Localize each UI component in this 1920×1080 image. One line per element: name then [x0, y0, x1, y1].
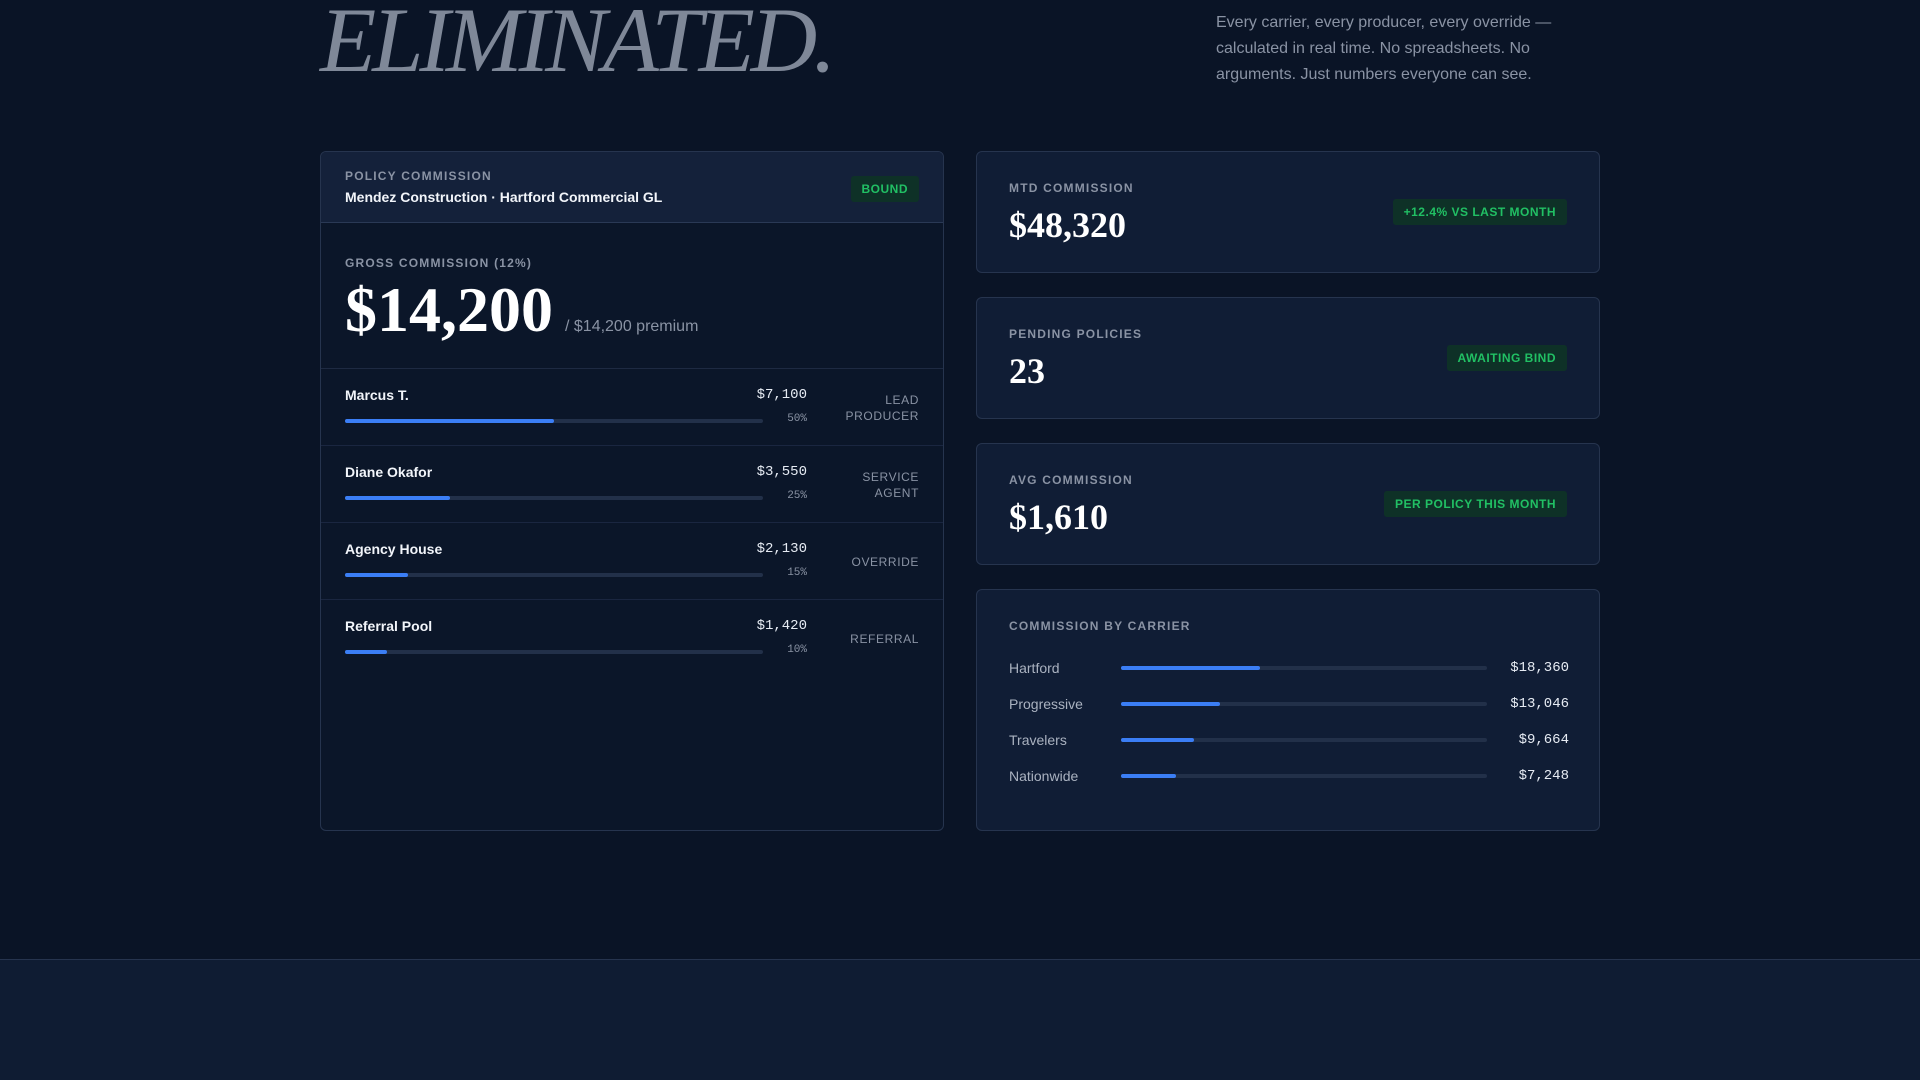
carrier-amount: $13,046 — [1510, 696, 1569, 712]
gross-value: $14,200 — [345, 274, 553, 345]
carrier-row[interactable]: Travelers $9,664 — [1009, 730, 1569, 750]
split-row[interactable]: Referral Pool $1,420 10% REFERRAL — [321, 600, 943, 677]
split-percent: 50% — [787, 413, 807, 425]
split-percent: 10% — [787, 644, 807, 656]
split-progress-fill — [345, 650, 387, 654]
carrier-name: Hartford — [1009, 660, 1060, 676]
policy-eyebrow: POLICY COMMISSION — [345, 169, 492, 183]
split-name: Referral Pool — [345, 618, 433, 634]
split-percent: 15% — [787, 567, 807, 579]
carrier-row[interactable]: Nationwide $7,248 — [1009, 766, 1569, 786]
split-amount: $1,420 — [756, 618, 807, 634]
gross-commission: GROSS COMMISSION (12%) $14,200 / $14,200… — [321, 223, 943, 369]
carrier-bar-track — [1121, 666, 1487, 670]
carrier-amount: $7,248 — [1518, 768, 1569, 784]
status-badge: BOUND — [850, 176, 919, 202]
split-progress-track — [345, 419, 763, 423]
carrier-bar-fill — [1121, 738, 1195, 742]
stat-label: PENDING POLICIES — [1009, 327, 1143, 341]
stat-label: AVG COMMISSION — [1009, 473, 1133, 487]
carrier-bar-fill — [1121, 666, 1261, 670]
carrier-row[interactable]: Hartford $18,360 — [1009, 658, 1569, 678]
split-progress-track — [345, 496, 763, 500]
carrier-bar-fill — [1121, 774, 1176, 778]
carrier-name: Travelers — [1009, 732, 1067, 748]
split-role: SERVICE AGENT — [862, 469, 919, 500]
split-role: OVERRIDE — [851, 554, 919, 569]
carrier-title: COMMISSION BY CARRIER — [1009, 619, 1191, 633]
stat-label: MTD COMMISSION — [1009, 181, 1134, 195]
split-role: LEAD PRODUCER — [845, 392, 919, 423]
stat-value: $48,320 — [1009, 205, 1126, 245]
split-progress-fill — [345, 573, 408, 577]
hero-description: Every carrier, every producer, every ove… — [1216, 14, 1552, 83]
split-percent: 25% — [787, 490, 807, 502]
split-amount: $3,550 — [756, 464, 807, 480]
policy-header: POLICY COMMISSION Mendez Construction · … — [321, 152, 943, 223]
commission-by-carrier-card: COMMISSION BY CARRIER Hartford $18,360 P… — [976, 589, 1600, 831]
carrier-name: Progressive — [1009, 696, 1083, 712]
policy-subtitle: Mendez Construction · Hartford Commercia… — [345, 189, 663, 205]
premium-amount: / $14,200 premium — [565, 318, 699, 335]
split-progress-track — [345, 573, 763, 577]
gross-label: GROSS COMMISSION (12%) — [345, 256, 533, 270]
split-row[interactable]: Agency House $2,130 15% OVERRIDE — [321, 523, 943, 600]
hero-title: ELIMINATED. — [320, 0, 836, 91]
split-name: Agency House — [345, 541, 443, 557]
split-progress-fill — [345, 496, 450, 500]
split-row[interactable]: Diane Okafor $3,550 25% SERVICE AGENT — [321, 446, 943, 523]
split-progress-track — [345, 650, 763, 654]
footer — [0, 959, 1920, 1080]
trend-badge: +12.4% VS LAST MONTH — [1392, 199, 1567, 225]
page: ELIMINATED. Every carrier, every produce… — [0, 0, 1920, 1080]
carrier-amount: $18,360 — [1510, 660, 1569, 676]
split-amount: $2,130 — [756, 541, 807, 557]
carrier-bar-track — [1121, 702, 1487, 706]
carrier-name: Nationwide — [1009, 768, 1079, 784]
carrier-row[interactable]: Progressive $13,046 — [1009, 694, 1569, 714]
stat-value: 23 — [1009, 351, 1045, 391]
mtd-commission-card: MTD COMMISSION $48,320 +12.4% VS LAST MO… — [976, 151, 1600, 273]
split-row[interactable]: Marcus T. $7,100 50% LEAD PRODUCER — [321, 369, 943, 446]
pending-policies-card: PENDING POLICIES 23 AWAITING BIND — [976, 297, 1600, 419]
carrier-bar-track — [1121, 774, 1487, 778]
status-badge: AWAITING BIND — [1446, 345, 1567, 371]
split-name: Diane Okafor — [345, 464, 433, 480]
split-amount: $7,100 — [756, 387, 807, 403]
split-progress-fill — [345, 419, 554, 423]
carrier-amount: $9,664 — [1518, 732, 1569, 748]
stat-value: $1,610 — [1009, 497, 1108, 537]
carrier-bar-track — [1121, 738, 1487, 742]
split-role: REFERRAL — [850, 631, 919, 646]
split-name: Marcus T. — [345, 387, 409, 403]
carrier-bar-fill — [1121, 702, 1220, 706]
avg-commission-card: AVG COMMISSION $1,610 PER POLICY THIS MO… — [976, 443, 1600, 565]
policy-commission-card: POLICY COMMISSION Mendez Construction · … — [320, 151, 944, 831]
period-badge: PER POLICY THIS MONTH — [1384, 491, 1567, 517]
